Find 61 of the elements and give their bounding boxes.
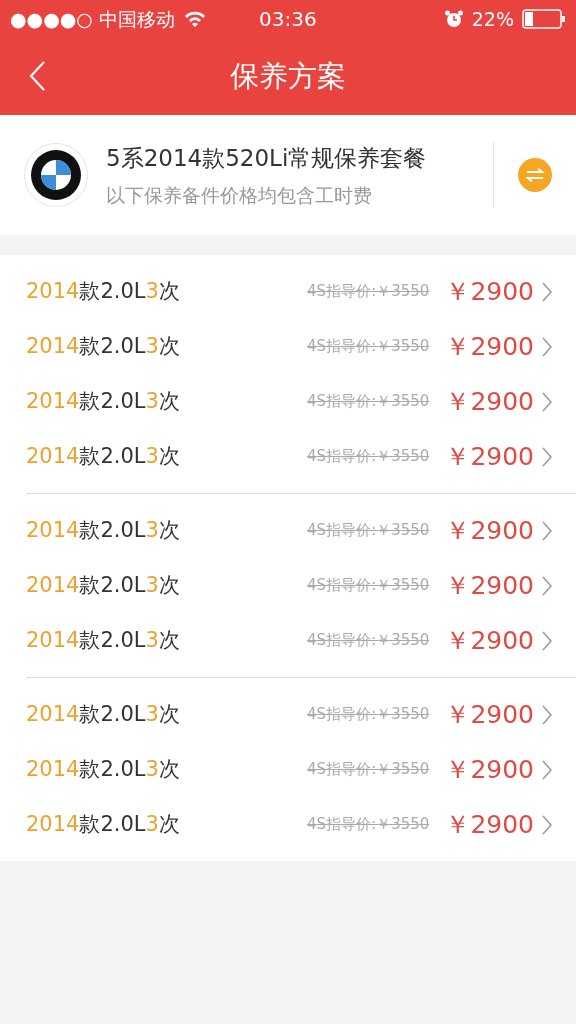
package-title: 5系2014款520Li常规保养套餐 — [106, 143, 427, 173]
price: ￥2900 — [445, 569, 534, 602]
guide-price: 4S指导价:￥3550 — [307, 446, 430, 468]
price: ￥2900 — [445, 698, 534, 731]
option-name: 2014款2.0L3次 — [26, 571, 180, 599]
battery-icon — [522, 9, 566, 29]
option-name: 2014款2.0L3次 — [26, 700, 180, 728]
option-name: 2014款2.0L3次 — [26, 516, 180, 544]
option-name: 2014款2.0L3次 — [26, 626, 180, 654]
price: ￥2900 — [445, 440, 534, 473]
guide-price: 4S指导价:￥3550 — [307, 520, 430, 542]
guide-price: 4S指导价:￥3550 — [307, 391, 430, 413]
package-row[interactable]: 2014款2.0L3次 4S指导价:￥3550 ￥2900 — [0, 503, 576, 558]
chevron-right-icon — [542, 281, 552, 302]
clock-time: 03:36 — [259, 6, 317, 33]
battery-percent: 22% — [471, 6, 514, 32]
package-row[interactable]: 2014款2.0L3次 4S指导价:￥3550 ￥2900 — [0, 797, 576, 852]
price: ￥2900 — [445, 330, 534, 363]
chevron-right-icon — [542, 759, 552, 780]
guide-price: 4S指导价:￥3550 — [307, 336, 430, 358]
package-row[interactable]: 2014款2.0L3次 4S指导价:￥3550 ￥2900 — [0, 374, 576, 429]
price: ￥2900 — [445, 753, 534, 786]
chevron-right-icon — [542, 391, 552, 412]
price: ￥2900 — [445, 514, 534, 547]
package-row[interactable]: 2014款2.0L3次 4S指导价:￥3550 ￥2900 — [0, 264, 576, 319]
package-row[interactable]: 2014款2.0L3次 4S指导价:￥3550 ￥2900 — [0, 742, 576, 797]
package-row[interactable]: 2014款2.0L3次 4S指导价:￥3550 ￥2900 — [0, 429, 576, 484]
chevron-right-icon — [542, 520, 552, 541]
package-row[interactable]: 2014款2.0L3次 4S指导价:￥3550 ￥2900 — [0, 558, 576, 613]
option-name: 2014款2.0L3次 — [26, 387, 180, 415]
price: ￥2900 — [445, 624, 534, 657]
price: ￥2900 — [445, 275, 534, 308]
price: ￥2900 — [445, 808, 534, 841]
alarm-icon — [443, 9, 464, 29]
option-name: 2014款2.0L3次 — [26, 810, 180, 838]
guide-price: 4S指导价:￥3550 — [307, 704, 430, 726]
back-chevron-icon — [28, 60, 46, 92]
switch-button[interactable] — [518, 158, 552, 192]
chevron-right-icon — [542, 336, 552, 357]
option-name: 2014款2.0L3次 — [26, 442, 180, 470]
package-row[interactable]: 2014款2.0L3次 4S指导价:￥3550 ￥2900 — [0, 613, 576, 668]
page-title: 保养方案 — [230, 57, 346, 95]
guide-price: 4S指导价:￥3550 — [307, 814, 430, 836]
package-row[interactable]: 2014款2.0L3次 4S指导价:￥3550 ￥2900 — [0, 687, 576, 742]
guide-price: 4S指导价:￥3550 — [307, 575, 430, 597]
chevron-right-icon — [542, 630, 552, 651]
package-row[interactable]: 2014款2.0L3次 4S指导价:￥3550 ￥2900 — [0, 319, 576, 374]
swap-arrows-icon — [525, 167, 545, 183]
guide-price: 4S指导价:￥3550 — [307, 630, 430, 652]
chevron-right-icon — [542, 704, 552, 725]
option-name: 2014款2.0L3次 — [26, 332, 180, 360]
chevron-right-icon — [542, 814, 552, 835]
guide-price: 4S指导价:￥3550 — [307, 281, 430, 303]
chevron-right-icon — [542, 446, 552, 467]
carrier-label: ●●●●○ 中国移动 — [10, 6, 175, 32]
package-subtitle: 以下保养备件价格均包含工时费 — [106, 183, 373, 208]
option-name: 2014款2.0L3次 — [26, 277, 180, 305]
chevron-right-icon — [542, 575, 552, 596]
option-name: 2014款2.0L3次 — [26, 755, 180, 783]
guide-price: 4S指导价:￥3550 — [307, 759, 430, 781]
price: ￥2900 — [445, 385, 534, 418]
